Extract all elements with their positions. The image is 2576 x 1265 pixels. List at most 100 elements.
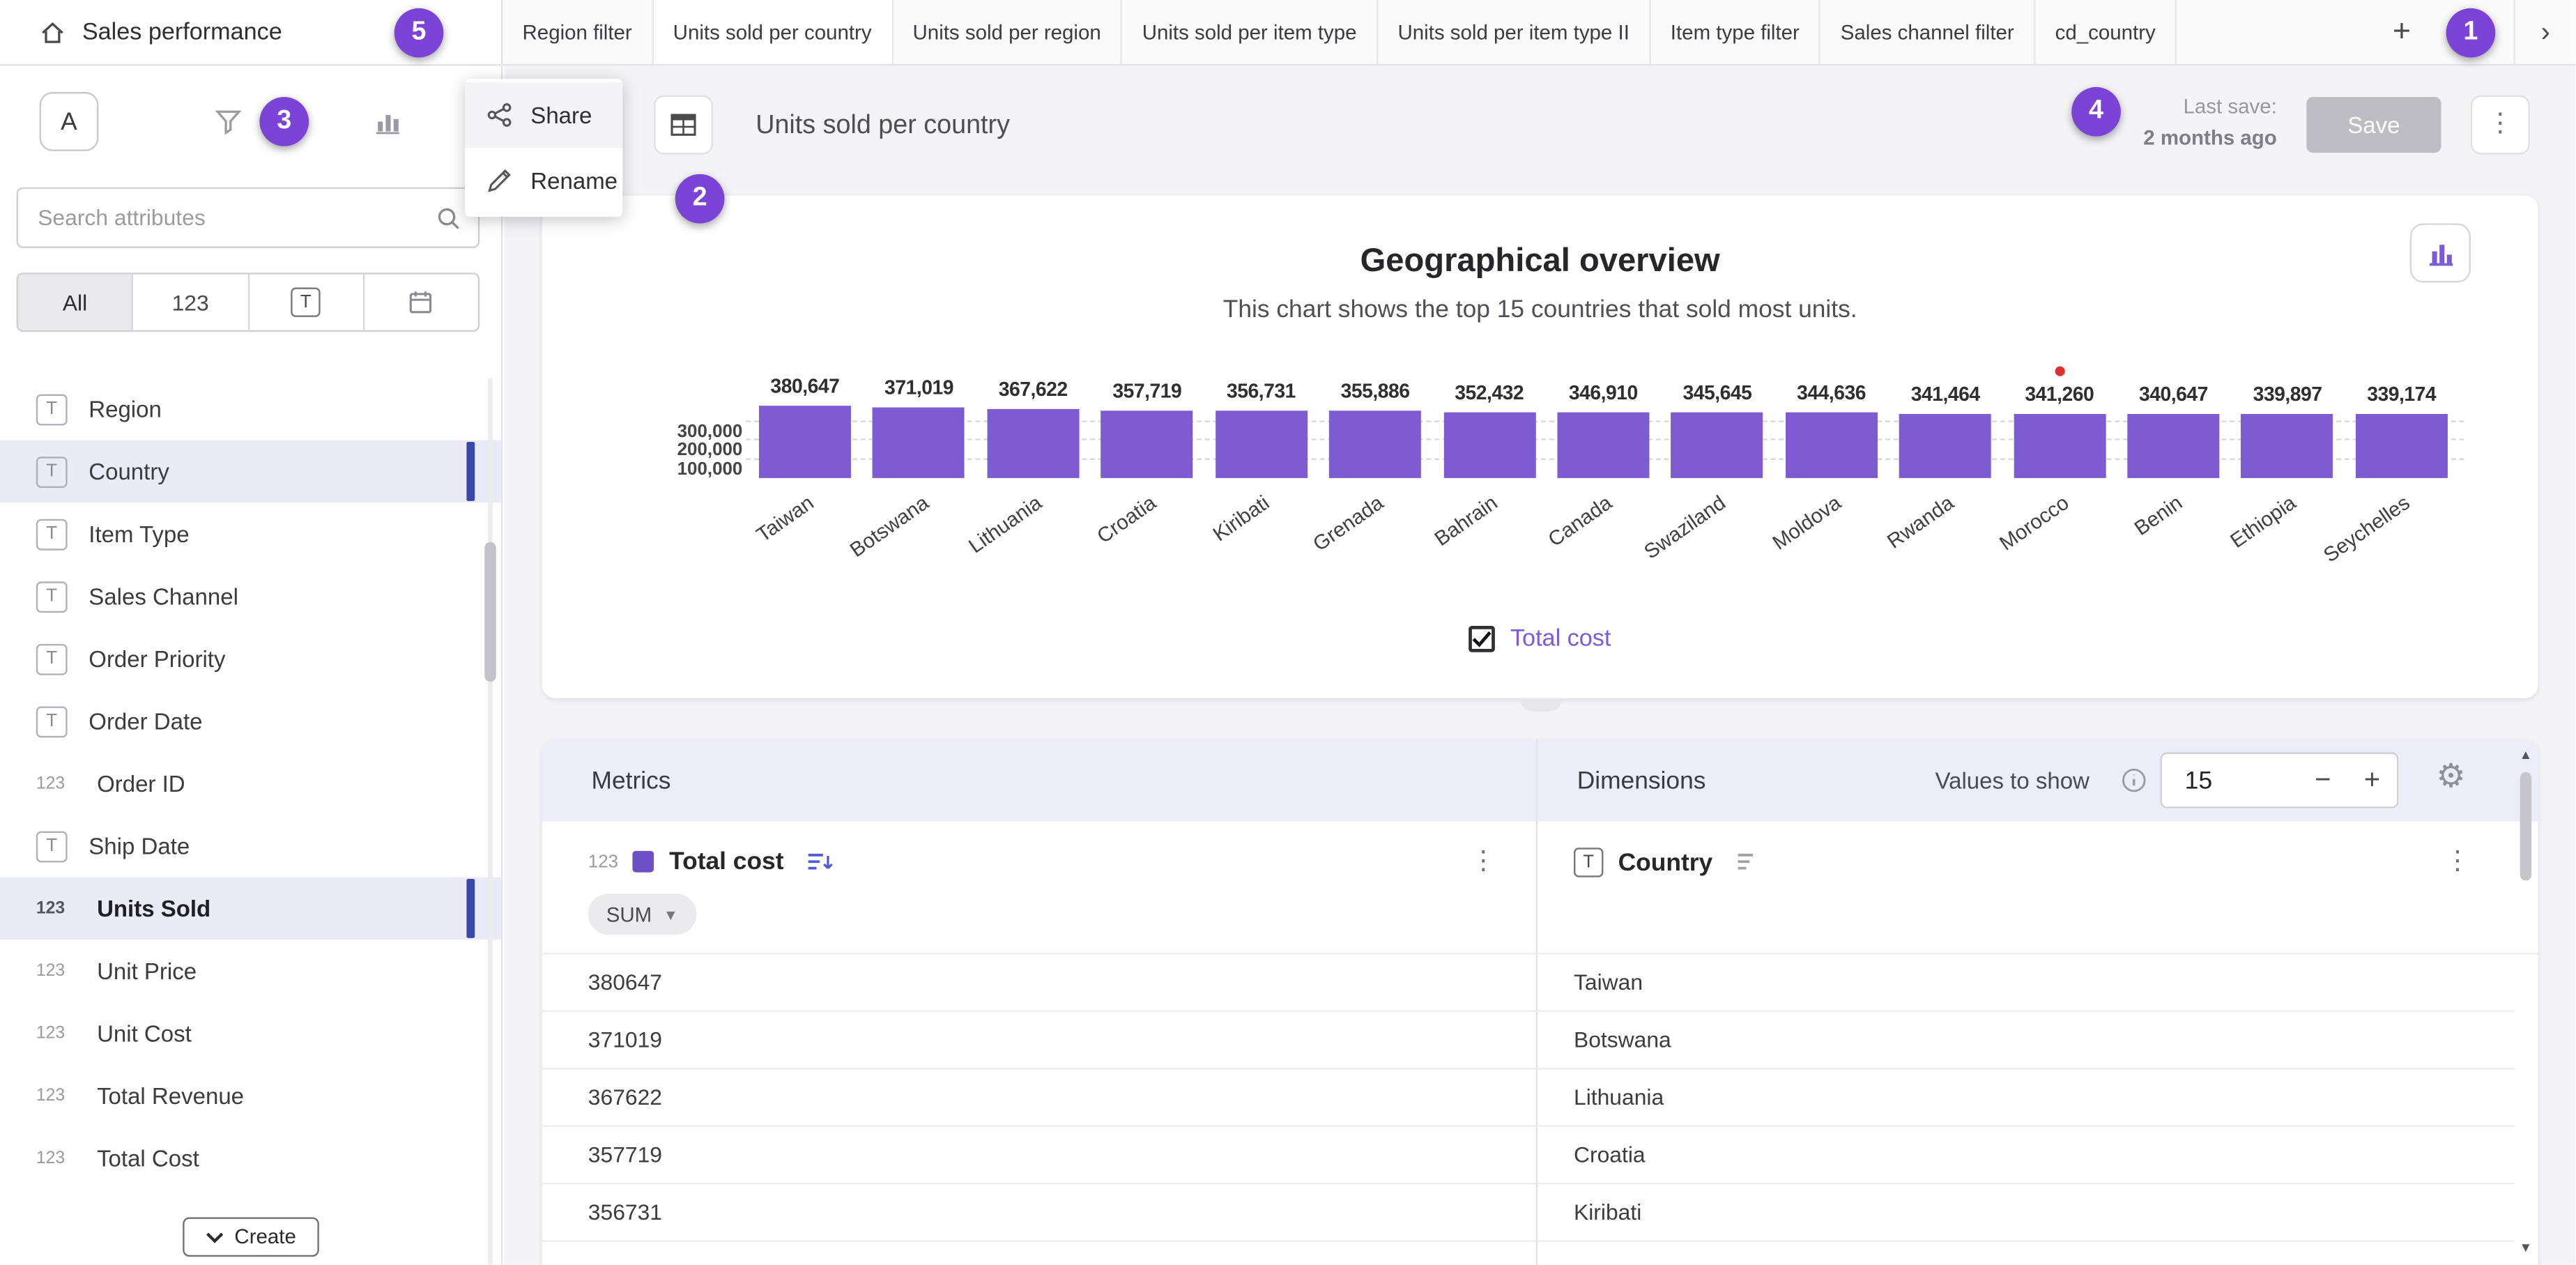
attribute-order-date[interactable]: TOrder Date: [0, 690, 501, 753]
metric-name[interactable]: Total cost: [669, 848, 783, 875]
caret-down-icon: ▼: [664, 906, 678, 923]
decrement-button[interactable]: −: [2298, 754, 2347, 806]
legend-checkbox[interactable]: [1469, 626, 1496, 652]
tab-units-sold-per-region[interactable]: Units sold per region: [893, 0, 1122, 64]
column-chart-icon: [373, 107, 402, 136]
aggregation-dropdown[interactable]: SUM ▼: [588, 894, 696, 935]
attribute-country[interactable]: TCountry: [0, 440, 501, 503]
values-to-show-input[interactable]: [2162, 767, 2248, 795]
legend-label[interactable]: Total cost: [1510, 626, 1611, 652]
sort-icon[interactable]: [805, 850, 834, 873]
tab-region-filter[interactable]: Region filter: [503, 0, 653, 64]
aggregation-label: SUM: [606, 903, 652, 926]
scroll-down-icon[interactable]: ▼: [2517, 1239, 2535, 1258]
series-color-swatch[interactable]: [633, 851, 654, 873]
canvas-type-button[interactable]: [654, 95, 713, 155]
table-row: 367622Lithuania: [542, 1069, 2515, 1126]
gear-icon[interactable]: ⚙: [2436, 759, 2465, 792]
type-filter-123[interactable]: 123: [134, 275, 250, 330]
attributes-tab[interactable]: A: [40, 92, 99, 151]
bar-moldova[interactable]: [1786, 413, 1878, 478]
bar-group: 371,019Botswana: [873, 376, 965, 477]
add-tab-button[interactable]: +: [2366, 0, 2438, 64]
metrics-dimensions-card: Metrics Dimensions Values to show − + ⚙ …: [542, 739, 2538, 1265]
attribute-label: Item Type: [89, 521, 189, 547]
workbook-title[interactable]: Sales performance: [82, 19, 282, 45]
bar-value-label: 356,731: [1227, 379, 1296, 402]
type-filter-date[interactable]: [365, 275, 478, 330]
search-icon[interactable]: [436, 204, 462, 231]
type-filter-all[interactable]: All: [18, 275, 134, 330]
bar-kiribati[interactable]: [1215, 411, 1307, 478]
tab-cd-country[interactable]: cd_country: [2035, 0, 2177, 64]
charts-tab[interactable]: [358, 92, 417, 151]
sort-icon[interactable]: [1734, 851, 1763, 874]
bar-value-label: 346,910: [1569, 381, 1638, 404]
attribute-region[interactable]: TRegion: [0, 378, 501, 440]
scrollbar-thumb[interactable]: [484, 542, 496, 682]
scrollbar-thumb[interactable]: [2520, 772, 2531, 881]
dimension-column-header: T Country: [1574, 848, 1763, 877]
bar-morocco[interactable]: [2014, 414, 2106, 478]
tab-units-sold-per-item-type-ii[interactable]: Units sold per item type II: [1378, 0, 1650, 64]
bar-grenada[interactable]: [1329, 411, 1421, 478]
attribute-order-id[interactable]: 123Order ID: [0, 753, 501, 815]
canvas-title[interactable]: Units sold per country: [756, 112, 1010, 141]
type-filter-t[interactable]: T: [249, 275, 365, 330]
bar-seychelles[interactable]: [2356, 414, 2448, 478]
info-icon[interactable]: [2121, 767, 2147, 802]
bar-canada[interactable]: [1557, 413, 1649, 478]
card-resize-handle[interactable]: [1519, 698, 1561, 712]
attribute-label: Sales Channel: [89, 583, 238, 610]
metric-cell-value: 380647: [588, 970, 662, 995]
filters-tab[interactable]: [199, 92, 258, 151]
attribute-sales-channel[interactable]: TSales Channel: [0, 565, 501, 628]
search-input[interactable]: [38, 206, 435, 230]
attributes-sidebar: A All123T TRegionTCountryTItem TypeTSale…: [0, 66, 503, 1265]
bar-group: 356,731Kiribati: [1215, 379, 1307, 477]
bar-benin[interactable]: [2127, 414, 2219, 478]
column-divider: [1536, 739, 1538, 1265]
chart-type-button[interactable]: [2410, 224, 2471, 283]
attribute-unit-cost[interactable]: 123Unit Cost: [0, 1002, 501, 1065]
save-button[interactable]: Save: [2306, 97, 2441, 153]
bar-botswana[interactable]: [873, 408, 965, 478]
tab-units-sold-per-country[interactable]: Units sold per country: [653, 0, 893, 64]
attribute-unit-price[interactable]: 123Unit Price: [0, 940, 501, 1002]
dimension-name[interactable]: Country: [1618, 848, 1713, 876]
attribute-ship-date[interactable]: TShip Date: [0, 815, 501, 877]
create-attribute-button[interactable]: Create: [182, 1218, 319, 1257]
menu-item-rename[interactable]: Rename: [465, 148, 622, 213]
tab-item-type-filter[interactable]: Item type filter: [1651, 0, 1821, 64]
bar-swaziland[interactable]: [1671, 413, 1763, 478]
tab-sales-channel-filter[interactable]: Sales channel filter: [1820, 0, 2035, 64]
bar-lithuania[interactable]: [987, 408, 1079, 478]
next-tabs-button[interactable]: ›: [2513, 0, 2576, 64]
metric-menu-button[interactable]: ⋮: [1471, 848, 1497, 877]
scrollbar-track: [488, 378, 493, 1265]
bar-group: 346,910Canada: [1557, 381, 1649, 478]
attribute-units-sold[interactable]: 123Units Sold: [0, 877, 501, 940]
x-axis-label: Canada: [1544, 491, 1616, 551]
bar-ethiopia[interactable]: [2241, 414, 2333, 478]
bar-croatia[interactable]: [1101, 411, 1193, 478]
bar-bahrain[interactable]: [1443, 411, 1535, 477]
menu-item-share[interactable]: Share: [465, 82, 622, 148]
scroll-up-icon[interactable]: ▲: [2517, 746, 2535, 765]
chevron-down-icon: [205, 1232, 223, 1243]
bar-taiwan[interactable]: [759, 406, 851, 478]
canvas-menu-button[interactable]: ⋮: [2471, 95, 2530, 155]
y-axis: 300,000200,000100,000: [562, 392, 742, 478]
attribute-total-cost[interactable]: 123Total Cost: [0, 1127, 501, 1190]
attribute-order-priority[interactable]: TOrder Priority: [0, 627, 501, 690]
dimension-menu-button[interactable]: ⋮: [2444, 848, 2471, 877]
attribute-item-type[interactable]: TItem Type: [0, 503, 501, 565]
bar-rwanda[interactable]: [1899, 413, 1991, 478]
attribute-label: Order Date: [89, 708, 202, 735]
dimension-cell-value: Kiribati: [1574, 1200, 1641, 1225]
number-attribute-icon: 123: [36, 1149, 76, 1168]
increment-button[interactable]: +: [2347, 754, 2397, 806]
home-icon[interactable]: [40, 19, 66, 45]
attribute-total-revenue[interactable]: 123Total Revenue: [0, 1064, 501, 1127]
tab-units-sold-per-item-type[interactable]: Units sold per item type: [1122, 0, 1378, 64]
